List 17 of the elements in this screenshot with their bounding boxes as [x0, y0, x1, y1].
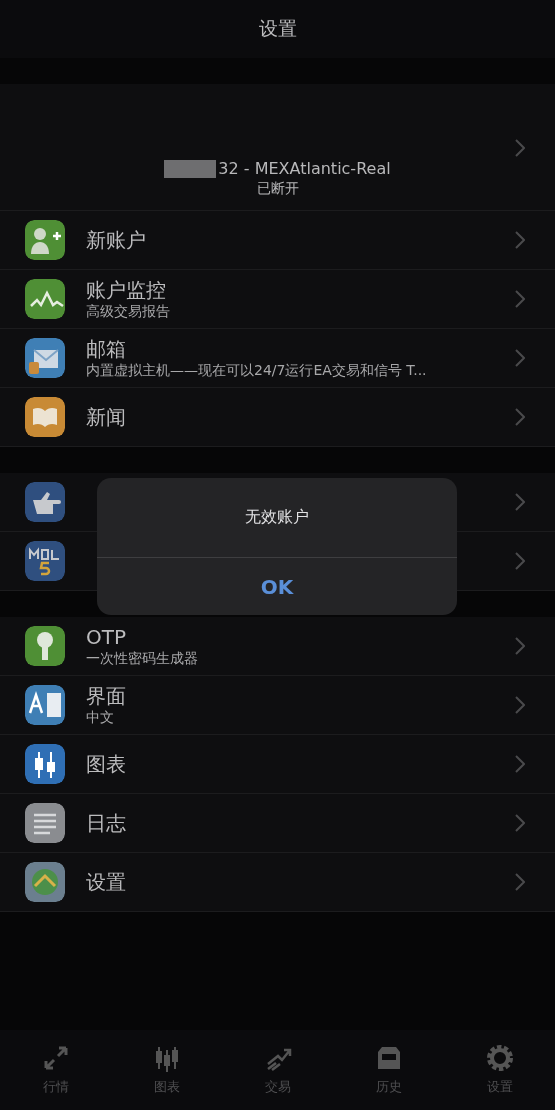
row-title: 图表: [86, 752, 127, 776]
row-subtitle: 中文: [86, 708, 115, 726]
row-title: 邮箱: [86, 337, 127, 361]
row-subtitle: 高级交易报告: [86, 302, 171, 320]
dialog-message: 无效账户: [245, 507, 309, 528]
page-title: 设置: [258, 16, 297, 41]
row-title: 日志: [86, 811, 127, 835]
row-title: 新闻: [86, 405, 127, 429]
row-title: OTP: [86, 625, 128, 649]
row-title: 界面: [86, 684, 127, 708]
row-subtitle: 内置虚拟主机——现在可以24/7运行EA交易和信号 T...: [86, 361, 428, 379]
row-title: 设置: [86, 870, 127, 894]
account-name: 32 - MEXAtlantic-Real: [218, 159, 391, 178]
row-title: 账户监控: [86, 278, 167, 302]
account-status: 已断开: [256, 180, 299, 198]
row-subtitle: 一次性密码生成器: [86, 649, 199, 667]
row-title: 新账户: [86, 228, 147, 252]
